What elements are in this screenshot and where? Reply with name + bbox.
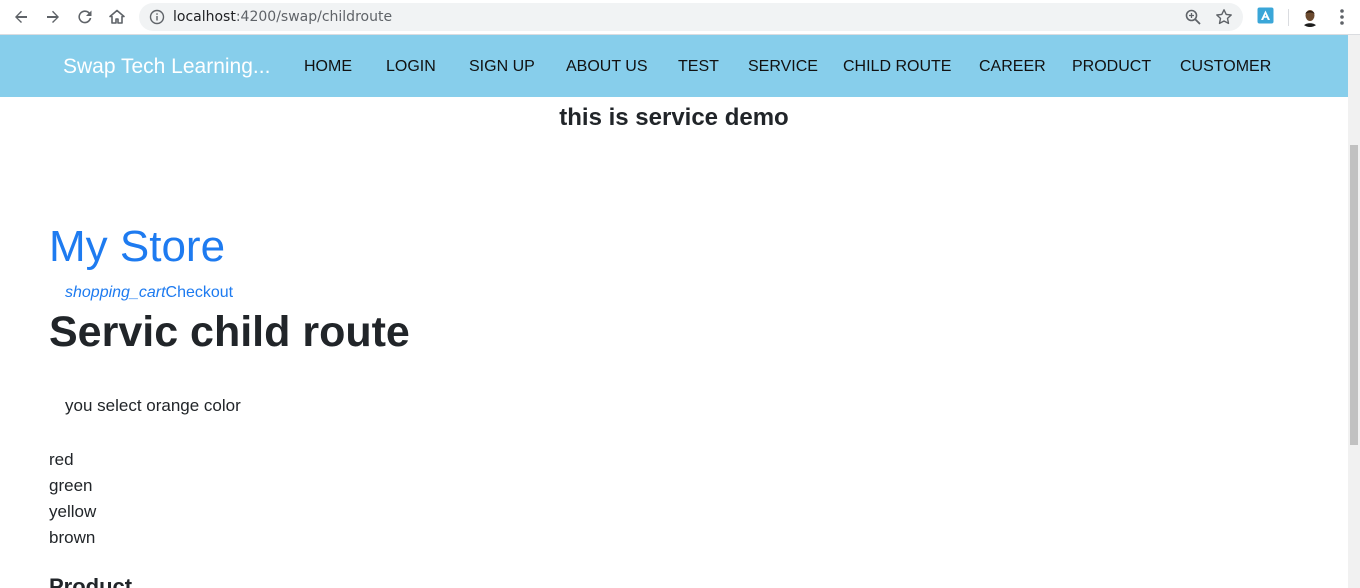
more-vert-icon[interactable]	[1334, 7, 1350, 27]
nav-link-about-us[interactable]: ABOUT US	[566, 58, 648, 76]
child-route-heading: Servic child route	[49, 308, 410, 356]
url-path: :4200/swap/childroute	[235, 9, 393, 25]
color-item-brown[interactable]: brown	[49, 525, 96, 551]
info-icon[interactable]	[149, 9, 165, 25]
nav-link-customer[interactable]: CUSTOMER	[1180, 58, 1271, 76]
checkout-label: Checkout	[165, 284, 234, 301]
home-icon	[109, 9, 125, 24]
profile-photo-icon	[1303, 10, 1317, 27]
url-text[interactable]: localhost:4200/swap/childroute	[173, 9, 392, 25]
navbar-brand[interactable]: Swap Tech Learning...	[63, 55, 270, 79]
home-button[interactable]	[104, 4, 130, 30]
back-arrow-icon	[15, 10, 27, 23]
page-scrollbar[interactable]	[1348, 35, 1360, 588]
nav-link-test[interactable]: TEST	[678, 58, 719, 76]
forward-arrow-icon	[47, 10, 59, 23]
checkout-link[interactable]: shopping_cartCheckout	[65, 284, 233, 302]
nav-link-product[interactable]: PRODUCT	[1072, 58, 1151, 76]
reload-button[interactable]	[72, 4, 98, 30]
url-host: localhost	[173, 9, 236, 25]
extension-icon[interactable]	[1257, 7, 1274, 24]
toolbar-divider	[1288, 9, 1289, 26]
shopping-cart-icon: shopping_cart	[65, 284, 166, 301]
color-item-red[interactable]: red	[49, 447, 96, 473]
color-list: red green yellow brown	[49, 447, 96, 551]
forward-button[interactable]	[40, 4, 66, 30]
browser-toolbar: localhost:4200/swap/childroute	[0, 0, 1360, 35]
color-item-yellow[interactable]: yellow	[49, 499, 96, 525]
star-icon[interactable]	[1215, 8, 1233, 26]
avatar[interactable]	[1300, 7, 1320, 27]
reload-icon	[78, 10, 92, 24]
selected-color-text: you select orange color	[65, 396, 241, 415]
zoom-icon[interactable]	[1184, 8, 1202, 26]
back-button[interactable]	[8, 4, 34, 30]
address-bar[interactable]: localhost:4200/swap/childroute	[139, 3, 1243, 31]
color-item-green[interactable]: green	[49, 473, 96, 499]
nav-link-career[interactable]: CAREER	[979, 58, 1046, 76]
product-heading: Product	[49, 574, 133, 588]
service-demo-title: this is service demo	[559, 104, 789, 131]
nav-link-service[interactable]: SERVICE	[748, 58, 818, 76]
nav-link-child-route[interactable]: CHILD ROUTE	[843, 58, 951, 76]
nav-link-home[interactable]: HOME	[304, 58, 352, 76]
nav-link-sign-up[interactable]: SIGN UP	[469, 58, 535, 76]
app-navbar: Swap Tech Learning... HOME LOGIN SIGN UP…	[0, 35, 1348, 97]
store-title-link[interactable]: My Store	[49, 222, 225, 272]
scrollbar-thumb[interactable]	[1350, 145, 1358, 445]
nav-link-login[interactable]: LOGIN	[386, 58, 436, 76]
